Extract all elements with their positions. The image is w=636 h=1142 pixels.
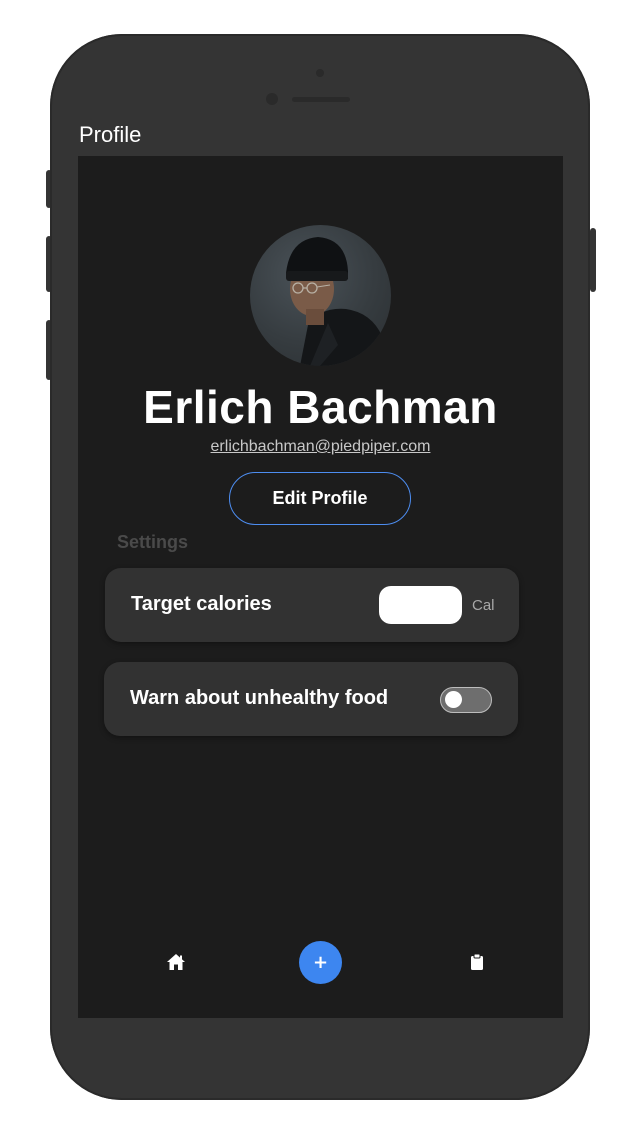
target-calories-input[interactable] bbox=[379, 586, 462, 624]
avatar bbox=[250, 225, 391, 366]
warn-unhealthy-label: Warn about unhealthy food bbox=[130, 687, 389, 709]
front-camera bbox=[266, 93, 278, 105]
target-calories-label: Target calories bbox=[131, 593, 272, 615]
warn-unhealthy-toggle[interactable] bbox=[440, 687, 492, 713]
page-title: Profile bbox=[79, 122, 142, 147]
edit-profile-button[interactable]: Edit Profile bbox=[229, 472, 411, 525]
warn-unhealthy-card: Warn about unhealthy food bbox=[104, 662, 518, 736]
home-icon[interactable] bbox=[166, 953, 186, 971]
proximity-sensor bbox=[316, 69, 324, 77]
profile-email-link[interactable]: erlichbachman@piedpiper.com bbox=[78, 438, 563, 456]
earpiece-speaker bbox=[292, 97, 350, 102]
app-screen: Erlich Bachman erlichbachman@piedpiper.c… bbox=[78, 156, 563, 1018]
plus-icon: + bbox=[312, 952, 329, 973]
target-calories-card: Target calories Cal bbox=[105, 568, 519, 642]
add-button[interactable]: + bbox=[299, 941, 342, 984]
toggle-knob bbox=[445, 691, 462, 708]
calories-unit-label: Cal bbox=[472, 597, 495, 614]
power-button bbox=[590, 228, 596, 292]
settings-section-label: Settings bbox=[117, 532, 189, 552]
avatar-photo bbox=[286, 237, 391, 366]
profile-name: Erlich Bachman bbox=[143, 381, 498, 433]
clipboard-icon[interactable] bbox=[470, 953, 484, 971]
